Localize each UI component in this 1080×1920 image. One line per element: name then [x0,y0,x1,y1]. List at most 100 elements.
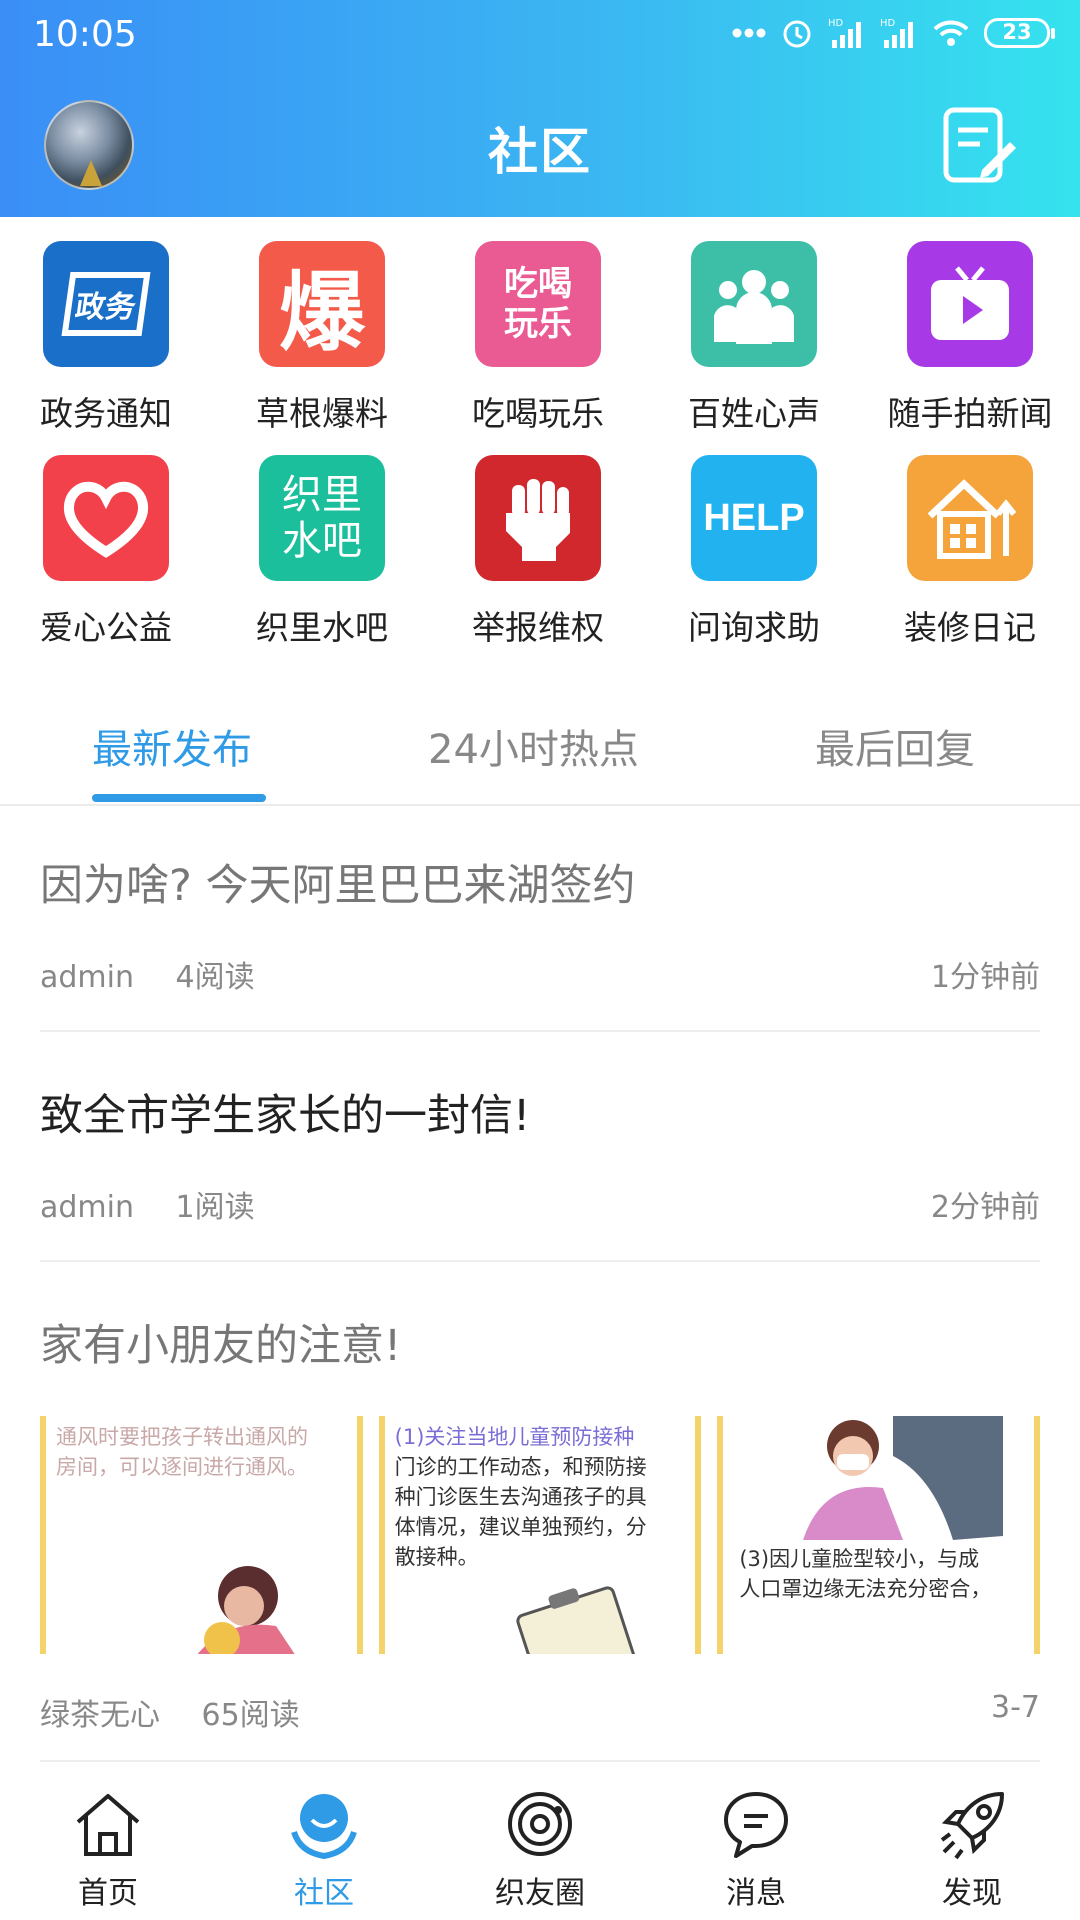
post-meta: admin 4阅读 1分钟前 [40,952,1040,996]
grid-label: 草根爆料 [256,394,388,433]
image-text: (1)关注当地儿童预防接种 [394,1425,635,1449]
grid-label: 装修日记 [904,608,1036,647]
feed-tabs: 最新发布 24小时热点 最后回复 [0,680,1080,806]
people-icon [691,241,817,367]
app-screen: 10:05 HD HD 23 社区 政务 政务通知 爆 草根爆料 吃喝玩乐 吃喝… [0,0,1080,1920]
battery-icon: 23 [984,18,1055,48]
help-icon: HELP [691,455,817,581]
tabbar-label: 社区 [294,1876,354,1911]
tabbar-friends-circle[interactable]: 织友圈 [432,1768,648,1920]
grid-label: 织里水吧 [256,608,388,647]
post-time: 2分钟前 [930,1190,1040,1225]
post-author: admin [40,1190,134,1225]
svg-text:HD: HD [880,18,896,29]
grid-item-decor[interactable]: 装修日记 [870,455,1070,649]
compose-icon[interactable] [942,106,1018,186]
clipboard-illustration [516,1586,636,1654]
planet-icon [508,1792,572,1856]
mask-child-illustration [803,1416,1004,1540]
post-reads: 65阅读 [201,1698,300,1733]
scoop-icon: 爆 [259,241,385,367]
home-icon [76,1794,140,1856]
rocket-icon [940,1792,1004,1860]
grid-item-voices[interactable]: 百姓心声 [654,241,854,435]
grid-item-report[interactable]: 举报维权 [438,455,638,649]
post-title: 致全市学生家长的一封信! [40,1091,531,1141]
bottom-tab-bar: 首页 社区 织友圈 消息 发现 [0,1768,1080,1920]
status-icons: HD HD 23 [732,16,1055,50]
svg-text:HD: HD [828,18,844,29]
tabbar-label: 首页 [78,1876,138,1911]
tabbar-label: 发现 [942,1876,1002,1911]
dots-icon [732,28,766,38]
post-item[interactable]: 家有小朋友的注意! 通风时要把孩子转出通风的 房间，可以逐间进行通风。 (1)关… [40,1316,1041,1762]
image-text: 房间，可以逐间进行通风。 [56,1455,308,1479]
post-images: 通风时要把孩子转出通风的 房间，可以逐间进行通风。 (1)关注当地儿童预防接种 … [40,1416,1041,1654]
post-reads: 4阅读 [175,960,255,995]
alarm-icon [783,20,811,48]
grid-label: 吃喝玩乐 [472,394,604,433]
post-title: 因为啥? 今天阿里巴巴来湖签约 [40,861,636,911]
post-time: 3-7 [991,1690,1040,1725]
grid-item-photo-news[interactable]: 随手拍新闻 [870,241,1070,435]
grid-label: 百姓心声 [688,394,820,433]
house-icon [907,455,1033,581]
post-meta: 绿茶无心 65阅读 3-7 [40,1690,1040,1734]
header: 10:05 HD HD 23 社区 [0,0,1080,217]
tabbar-home[interactable]: 首页 [0,1768,216,1920]
status-time: 10:05 [33,14,137,55]
page-title: 社区 [488,123,592,181]
grid-item-charity[interactable]: 爱心公益 [6,455,206,649]
image-text: (3)因儿童脸型较小，与成 [739,1547,980,1571]
post-time: 1分钟前 [930,960,1040,995]
grid-item-food-fun[interactable]: 吃喝玩乐 吃喝玩乐 [438,241,638,435]
tabbar-community[interactable]: 社区 [216,1768,432,1920]
grid-item-help[interactable]: HELP 问询求助 [654,455,854,649]
signal-hd-icon: HD [828,18,861,48]
grid-label: 举报维权 [472,608,604,647]
post-image[interactable]: 通风时要把孩子转出通风的 房间，可以逐间进行通风。 [40,1416,363,1654]
tab-last-reply[interactable]: 最后回复 [815,718,975,782]
post-meta: admin 1阅读 2分钟前 [40,1182,1040,1226]
tabbar-label: 消息 [726,1876,786,1911]
tabbar-label: 织友圈 [495,1876,585,1911]
community-icon [291,1794,357,1860]
post-reads: 1阅读 [175,1190,255,1225]
post-image[interactable]: (3)因儿童脸型较小，与成 人口罩边缘无法充分密合， [717,1416,1041,1654]
image-text: 人口罩边缘无法充分密合， [739,1577,992,1601]
tab-latest[interactable]: 最新发布 [92,718,252,782]
child-illustration [197,1566,295,1654]
grid-item-gov[interactable]: 政务 政务通知 [6,241,206,435]
post-title: 家有小朋友的注意! [40,1321,402,1371]
image-text: 体情况，建议单独预约，分 [394,1515,647,1539]
grid-label: 随手拍新闻 [887,394,1053,433]
wifi-icon [933,20,969,46]
post-item[interactable]: 致全市学生家长的一封信! admin 1阅读 2分钟前 [40,1086,1040,1262]
tabbar-discover[interactable]: 发现 [864,1768,1080,1920]
grid-label: 政务通知 [40,394,172,433]
heart-hand-icon [43,455,169,581]
tabbar-messages[interactable]: 消息 [648,1768,864,1920]
post-item[interactable]: 因为啥? 今天阿里巴巴来湖签约 admin 4阅读 1分钟前 [40,856,1040,1032]
image-text: 门诊的工作动态，和预防接 [394,1455,647,1479]
status-bar: 10:05 HD HD 23 [0,0,1080,72]
tv-play-icon [907,241,1033,367]
water-bar-icon: 织里水吧 [259,455,385,581]
tab-indicator [92,794,266,802]
post-author: admin [40,960,134,995]
image-text: 种门诊医生去沟通孩子的具 [394,1485,647,1509]
grid-item-water-bar[interactable]: 织里水吧 织里水吧 [222,455,422,649]
gov-icon-text: 政务 [61,272,151,336]
message-icon [724,1792,788,1858]
grid-label: 问询求助 [688,608,820,647]
food-fun-icon: 吃喝玩乐 [475,241,601,367]
post-author: 绿茶无心 [40,1698,160,1733]
gov-icon: 政务 [43,241,169,367]
grid-item-scoop[interactable]: 爆 草根爆料 [222,241,422,435]
fist-icon [475,455,601,581]
image-text: 散接种。 [394,1545,479,1569]
tab-24h-hot[interactable]: 24小时热点 [428,718,639,782]
image-text: 通风时要把孩子转出通风的 [56,1425,308,1449]
signal-hd-icon: HD [880,18,913,48]
post-image[interactable]: (1)关注当地儿童预防接种 门诊的工作动态，和预防接 种门诊医生去沟通孩子的具 … [378,1416,702,1654]
